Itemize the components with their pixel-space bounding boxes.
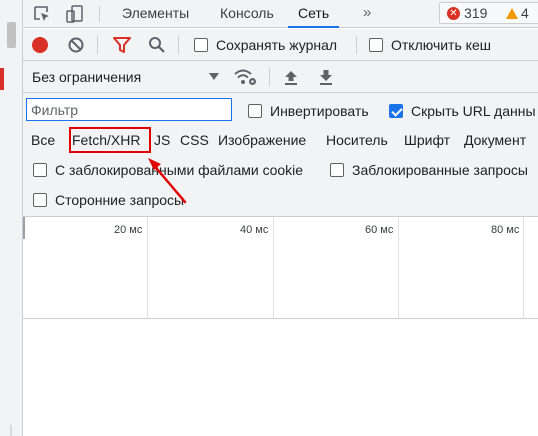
import-har-icon[interactable]: [284, 69, 298, 88]
issues-counter[interactable]: ✕ 319 4: [439, 2, 538, 24]
filter-type-media[interactable]: Носитель: [326, 131, 388, 149]
page-red-marker: [0, 68, 4, 90]
hide-data-urls-checkbox[interactable]: [389, 104, 403, 118]
filter-type-image[interactable]: Изображение: [218, 131, 306, 149]
disable-cache-checkbox[interactable]: [369, 38, 383, 52]
filter-input[interactable]: [26, 98, 232, 121]
filter-icon[interactable]: [113, 37, 131, 56]
errors-count: 319: [464, 5, 488, 21]
blocked-cookies-checkbox[interactable]: [33, 163, 47, 177]
filter-type-all[interactable]: Все: [31, 131, 55, 149]
blocked-cookies-label: С заблокированными файлами cookie: [55, 162, 304, 178]
highlight-box: [69, 127, 151, 153]
timeline-gridline: [523, 217, 524, 318]
timeline-start-marker: [23, 217, 25, 239]
network-toolbar: Сохранять журнал Отключить кеш: [23, 29, 538, 61]
toolbar-separator: [269, 68, 270, 86]
timeline-tick-label: 80 мс: [491, 224, 520, 236]
timeline-gridline: [273, 217, 274, 318]
third-party-checkbox[interactable]: [33, 193, 47, 207]
record-icon[interactable]: [32, 37, 48, 53]
throttling-select[interactable]: Без ограничения: [32, 68, 141, 86]
requests-table[interactable]: [23, 320, 538, 436]
toolbar-separator: [97, 36, 98, 54]
device-toolbar-icon[interactable]: [65, 4, 85, 24]
tabbar-separator: [99, 6, 100, 22]
toolbar-separator: [178, 36, 179, 54]
invert-label: Инвертировать: [270, 103, 369, 119]
network-conditions-icon[interactable]: [233, 68, 257, 89]
timeline-tick-label: 60 мс: [365, 224, 394, 236]
chevron-down-icon: [209, 73, 219, 80]
filter-type-js[interactable]: JS: [154, 131, 170, 149]
filter-type-css[interactable]: CSS: [180, 131, 209, 149]
tab-network[interactable]: Сеть: [288, 0, 340, 28]
blocked-requests-checkbox[interactable]: [330, 163, 344, 177]
filter-bar: Инвертировать Скрыть URL данны Все Fetch…: [23, 93, 538, 217]
clear-icon[interactable]: [68, 37, 84, 56]
warnings-count: 4: [521, 5, 529, 21]
scrollbar-thumb[interactable]: [7, 22, 16, 48]
preserve-log-label: Сохранять журнал: [216, 37, 338, 53]
devtools-tabbar: Элементы Консоль Сеть » ✕ 319 4: [23, 0, 538, 28]
tab-console[interactable]: Консоль: [220, 0, 274, 28]
tab-elements[interactable]: Элементы: [122, 0, 189, 28]
network-overview[interactable]: 20 мс 40 мс 60 мс 80 мс: [23, 217, 538, 319]
timeline-tick-label: 40 мс: [240, 224, 269, 236]
preserve-log-checkbox[interactable]: [194, 38, 208, 52]
inspect-element-icon[interactable]: [32, 4, 52, 24]
export-har-icon[interactable]: [319, 69, 333, 88]
hide-data-urls-label: Скрыть URL данны: [411, 103, 536, 119]
filter-type-document[interactable]: Документ: [464, 131, 526, 149]
warning-icon: [506, 8, 518, 19]
timeline-tick-label: 20 мс: [114, 224, 143, 236]
search-icon[interactable]: [148, 36, 166, 57]
resize-handle-icon[interactable]: [0, 424, 22, 436]
toolbar-separator: [356, 36, 357, 54]
disable-cache-label: Отключить кеш: [391, 37, 491, 53]
timeline-gridline: [398, 217, 399, 318]
error-icon: ✕: [447, 7, 460, 20]
page-edge: [0, 0, 23, 436]
timeline-gridline: [147, 217, 148, 318]
blocked-requests-label: Заблокированные запросы: [352, 162, 528, 178]
filter-type-font[interactable]: Шрифт: [404, 131, 450, 149]
third-party-label: Сторонние запросы: [55, 192, 185, 208]
network-toolbar-secondary: Без ограничения: [23, 61, 538, 93]
invert-checkbox[interactable]: [248, 104, 262, 118]
more-tabs-button[interactable]: »: [363, 0, 371, 28]
